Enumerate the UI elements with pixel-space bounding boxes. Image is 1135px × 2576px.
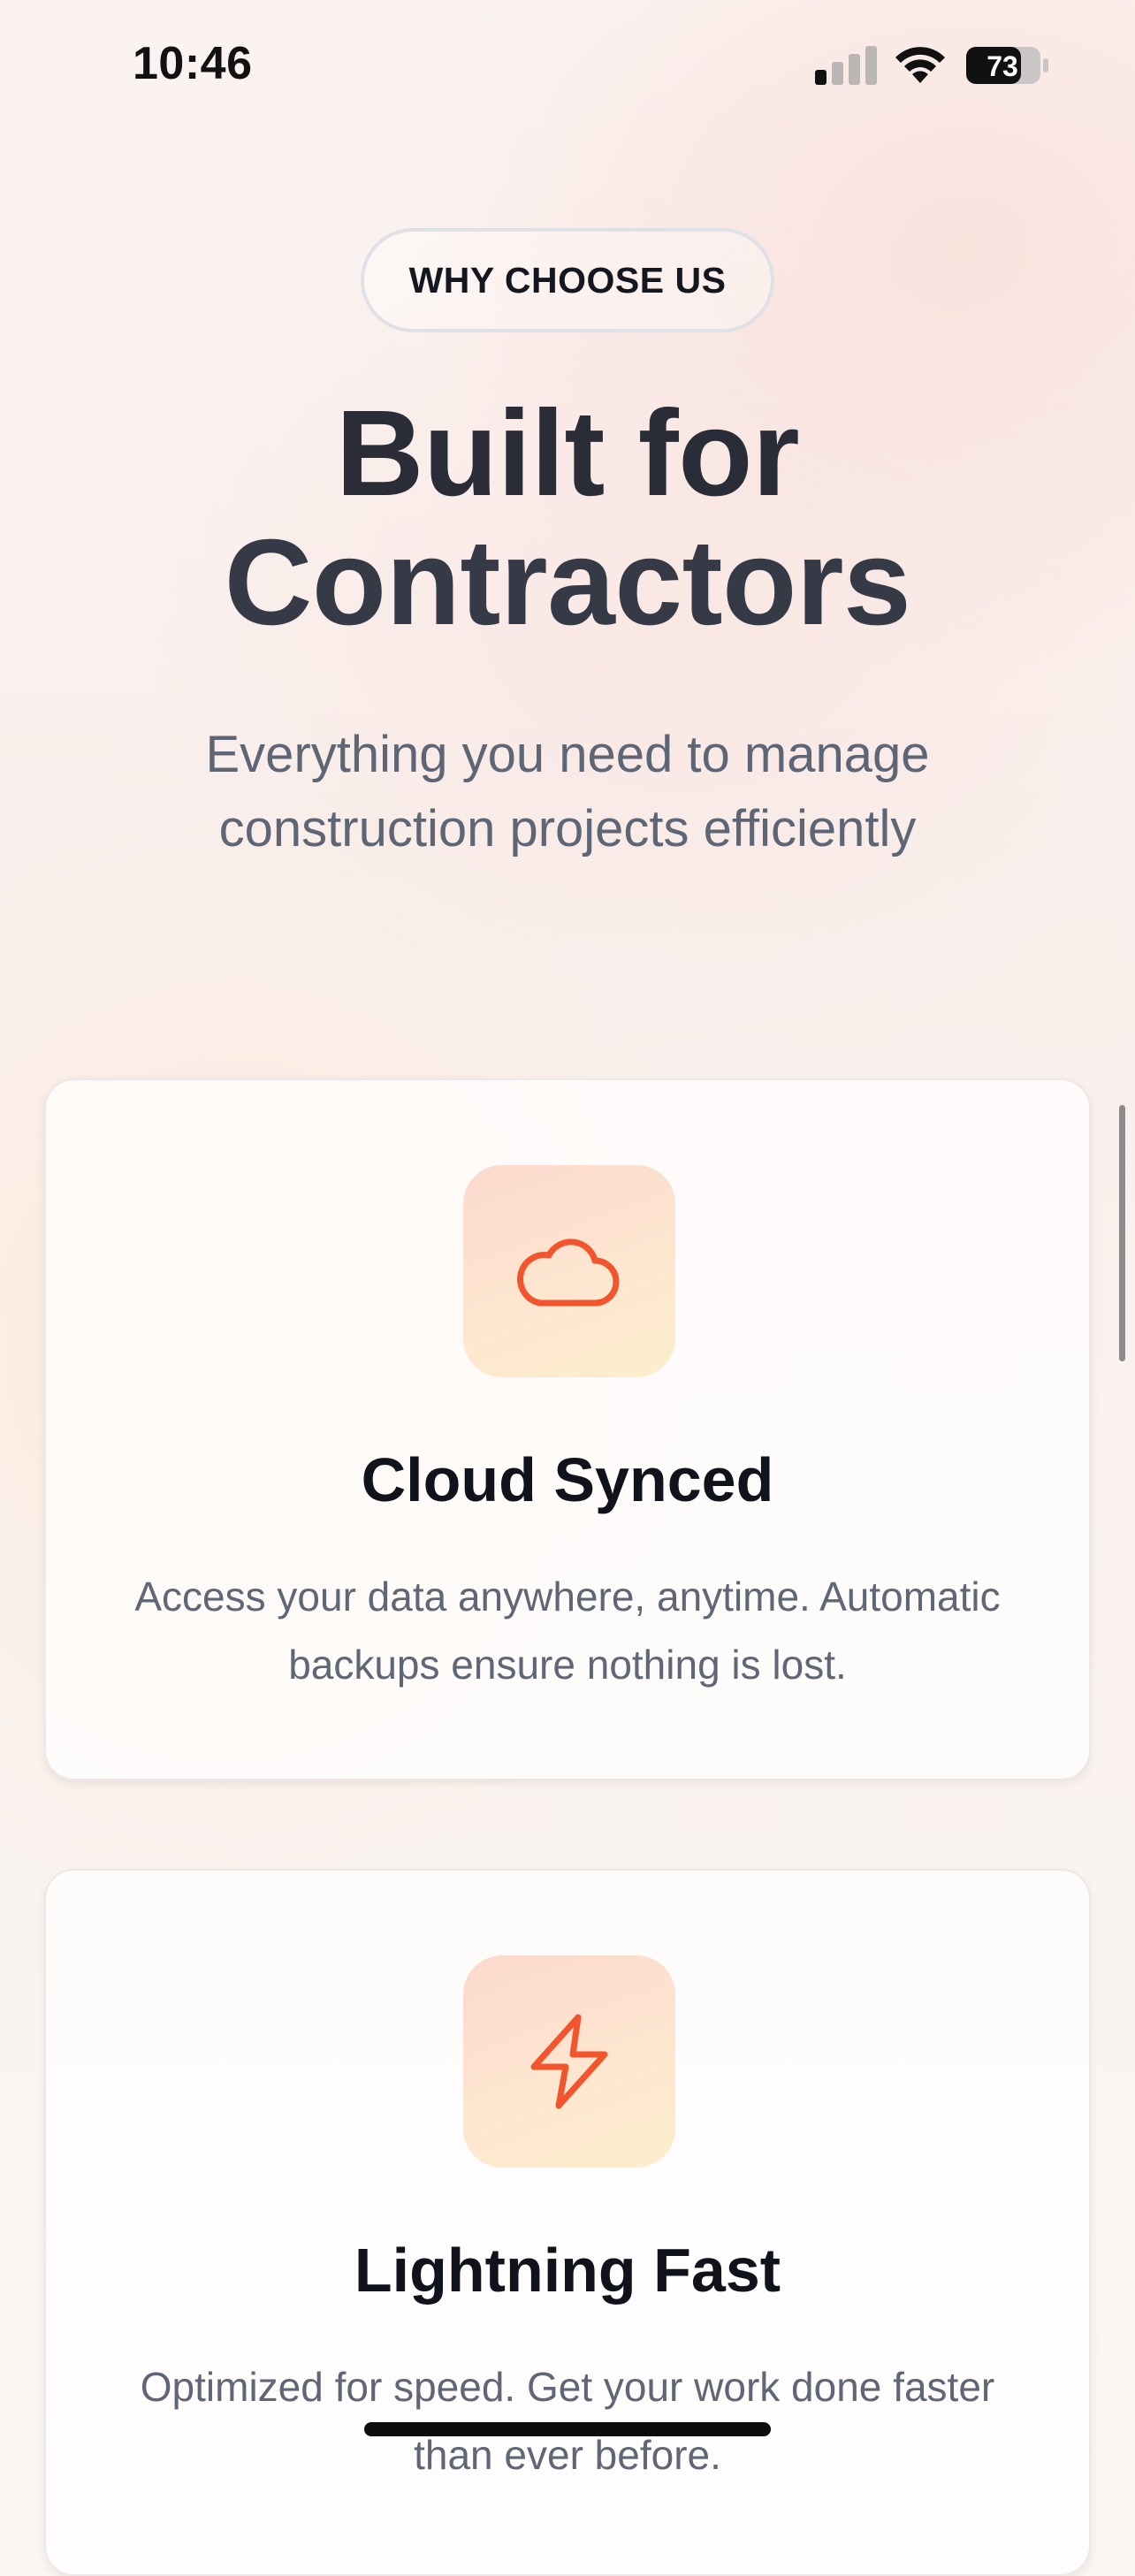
feature-description: Optimized for speed. Get your work done … <box>140 2364 995 2478</box>
battery-level: 73 <box>986 50 1018 82</box>
feature-icon-box <box>463 1955 675 2168</box>
page-subtitle: Everything you need to manage constructi… <box>205 726 930 857</box>
status-bar: 10:46 73 <box>0 0 1135 133</box>
cloud-icon <box>517 1238 620 1307</box>
feature-title: Cloud Synced <box>361 1445 774 1514</box>
feature-title: Lightning Fast <box>354 2236 781 2305</box>
vertical-scrollbar[interactable] <box>1119 1105 1125 1361</box>
feature-card-lightning-fast: Lightning Fast Optimized for speed. Get … <box>44 1869 1091 2576</box>
section-badge: WHY CHOOSE US <box>361 228 774 332</box>
battery-icon: 73 <box>966 47 1048 84</box>
status-time: 10:46 <box>133 38 253 89</box>
headline-line-1: Built for <box>335 385 800 522</box>
home-indicator[interactable] <box>364 2422 771 2436</box>
headline-line-2: Contractors <box>224 514 911 651</box>
lightning-icon <box>530 2014 608 2109</box>
feature-description: Access your data anywhere, anytime. Auto… <box>134 1574 1001 1688</box>
wifi-icon <box>895 47 945 83</box>
page-headline: Built for Contractors <box>0 389 1135 647</box>
cellular-signal-icon <box>815 46 877 85</box>
feature-card-cloud-synced: Cloud Synced Access your data anywhere, … <box>44 1078 1091 1780</box>
feature-icon-box <box>463 1165 675 1377</box>
